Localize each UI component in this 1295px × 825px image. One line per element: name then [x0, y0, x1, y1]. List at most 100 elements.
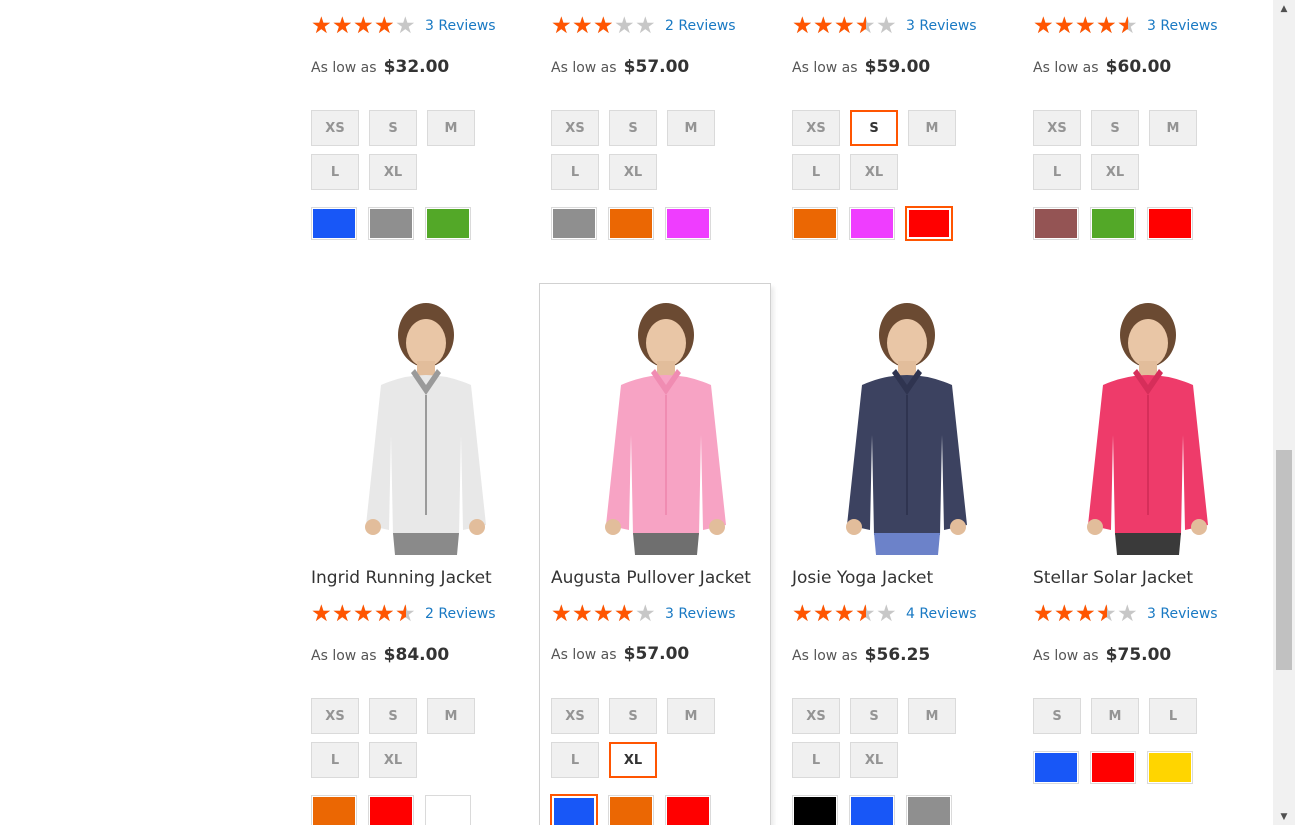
size-option-xl[interactable]: XL: [850, 154, 898, 190]
color-option-orange[interactable]: [608, 207, 654, 240]
product-name[interactable]: Stellar Solar Jacket: [1033, 568, 1193, 588]
star-icon: ★★: [353, 13, 374, 39]
star-icon: ★★: [551, 601, 572, 627]
reviews-link[interactable]: 2 Reviews: [425, 606, 496, 622]
reviews-link[interactable]: 3 Reviews: [1147, 18, 1218, 34]
color-option-blue[interactable]: [1033, 751, 1079, 784]
size-option-m[interactable]: M: [908, 110, 956, 146]
size-option-s[interactable]: S: [1091, 110, 1139, 146]
size-option-l[interactable]: L: [1033, 154, 1081, 190]
size-option-l[interactable]: L: [551, 154, 599, 190]
color-option-red[interactable]: [1090, 751, 1136, 784]
size-option-s[interactable]: S: [850, 698, 898, 734]
size-option-xl[interactable]: XL: [369, 742, 417, 778]
scroll-thumb[interactable]: [1276, 450, 1292, 670]
color-option-gray[interactable]: [551, 207, 597, 240]
reviews-link[interactable]: 3 Reviews: [425, 18, 496, 34]
price-label: As low as: [551, 647, 617, 663]
size-option-xl[interactable]: XL: [609, 154, 657, 190]
size-option-m[interactable]: M: [1149, 110, 1197, 146]
star-fill: ★: [813, 603, 834, 625]
size-option-m[interactable]: M: [908, 698, 956, 734]
product-name[interactable]: Augusta Pullover Jacket: [551, 568, 751, 588]
size-option-s[interactable]: S: [369, 698, 417, 734]
size-option-xs[interactable]: XS: [792, 698, 840, 734]
color-option-red[interactable]: [1147, 207, 1193, 240]
color-option-red[interactable]: [665, 795, 711, 825]
size-option-l[interactable]: L: [792, 742, 840, 778]
color-option-blue[interactable]: [550, 794, 598, 825]
star-icon: ★★: [332, 13, 353, 39]
price-label: As low as: [792, 60, 858, 76]
size-option-s[interactable]: S: [849, 109, 899, 147]
size-option-xs[interactable]: XS: [311, 698, 359, 734]
product-photo[interactable]: [311, 295, 541, 557]
scroll-up-arrow-icon[interactable]: ▲: [1273, 0, 1295, 17]
size-option-xs[interactable]: XS: [311, 110, 359, 146]
size-option-xs[interactable]: XS: [551, 698, 599, 734]
size-option-l[interactable]: L: [311, 154, 359, 190]
reviews-link[interactable]: 4 Reviews: [906, 606, 977, 622]
color-option-green[interactable]: [1090, 207, 1136, 240]
size-option-m[interactable]: M: [667, 110, 715, 146]
color-option-gray[interactable]: [368, 207, 414, 240]
star-icon: ★★: [1117, 13, 1138, 39]
vertical-scrollbar[interactable]: ▲ ▼: [1273, 0, 1295, 825]
star-fill: ★: [374, 15, 395, 37]
size-option-l[interactable]: L: [311, 742, 359, 778]
color-option-orange[interactable]: [608, 795, 654, 825]
product-photo[interactable]: [1033, 295, 1263, 557]
product-name[interactable]: Ingrid Running Jacket: [311, 568, 492, 588]
size-option-l[interactable]: L: [1149, 698, 1197, 734]
size-option-xs[interactable]: XS: [1033, 110, 1081, 146]
color-option-red[interactable]: [368, 795, 414, 825]
color-option-purple[interactable]: [665, 207, 711, 240]
size-option-m[interactable]: M: [427, 110, 475, 146]
color-option-orange[interactable]: [792, 207, 838, 240]
color-option-yellow[interactable]: [1147, 751, 1193, 784]
size-option-xs[interactable]: XS: [792, 110, 840, 146]
product-name[interactable]: Josie Yoga Jacket: [792, 568, 933, 588]
color-option-black[interactable]: [792, 795, 838, 825]
color-option-green[interactable]: [425, 207, 471, 240]
size-option-s[interactable]: S: [609, 110, 657, 146]
reviews-link[interactable]: 2 Reviews: [665, 18, 736, 34]
product-photo[interactable]: [792, 295, 1022, 557]
size-option-xs[interactable]: XS: [551, 110, 599, 146]
size-option-l[interactable]: L: [792, 154, 840, 190]
rating-stars: ★★★★★★★★★★: [311, 603, 416, 626]
reviews-link[interactable]: 3 Reviews: [906, 18, 977, 34]
reviews-link[interactable]: 3 Reviews: [1147, 606, 1218, 622]
color-option-blue[interactable]: [311, 207, 357, 240]
reviews-link[interactable]: 3 Reviews: [665, 606, 736, 622]
size-option-xl[interactable]: XL: [369, 154, 417, 190]
color-option-white[interactable]: [425, 795, 471, 825]
product-image[interactable]: [551, 295, 781, 557]
size-option-m[interactable]: M: [667, 698, 715, 734]
color-option-blue[interactable]: [849, 795, 895, 825]
size-option-s[interactable]: S: [369, 110, 417, 146]
star-fill: ★: [572, 15, 593, 37]
color-option-brown[interactable]: [1033, 207, 1079, 240]
star-fill: ★: [332, 15, 353, 37]
size-option-xl[interactable]: XL: [1091, 154, 1139, 190]
size-option-xl[interactable]: XL: [608, 741, 658, 779]
product-image[interactable]: [1033, 295, 1263, 557]
size-option-m[interactable]: M: [1091, 698, 1139, 734]
scroll-down-arrow-icon[interactable]: ▼: [1273, 808, 1295, 825]
star-icon: ★★: [593, 13, 614, 39]
color-option-red[interactable]: [905, 206, 953, 241]
star-icon: ★★: [374, 13, 395, 39]
product-photo[interactable]: [551, 295, 781, 557]
product-image[interactable]: [311, 295, 541, 557]
color-option-purple[interactable]: [849, 207, 895, 240]
color-option-gray[interactable]: [906, 795, 952, 825]
product-image[interactable]: [792, 295, 1022, 557]
size-option-s[interactable]: S: [609, 698, 657, 734]
size-option-s[interactable]: S: [1033, 698, 1081, 734]
color-option-orange[interactable]: [311, 795, 357, 825]
size-option-xl[interactable]: XL: [850, 742, 898, 778]
size-option-m[interactable]: M: [427, 698, 475, 734]
size-option-l[interactable]: L: [551, 742, 599, 778]
price-label: As low as: [792, 648, 858, 664]
